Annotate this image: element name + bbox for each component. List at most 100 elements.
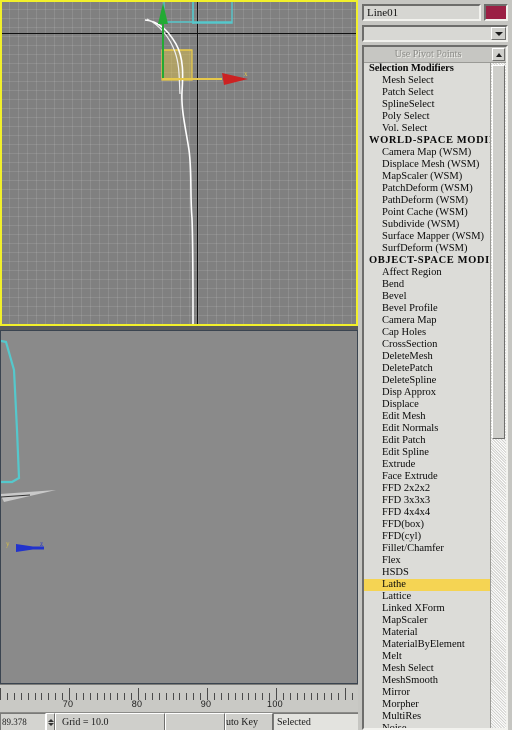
modifier-list-item[interactable]: MultiRes <box>364 711 491 723</box>
modifier-list-combo[interactable] <box>362 25 508 42</box>
ruler-tick <box>41 693 43 700</box>
modifier-list-item[interactable]: Flex <box>364 555 491 567</box>
modifier-list-item[interactable]: MaterialByElement <box>364 639 491 651</box>
modifier-list-item[interactable]: Noise <box>364 723 491 728</box>
object-color-swatch[interactable] <box>484 4 508 21</box>
object-name-field[interactable]: Line01 <box>362 4 481 21</box>
modifier-list-item[interactable]: Camera Map (WSM) <box>364 147 491 159</box>
modifier-list-item[interactable]: SplineSelect <box>364 99 491 111</box>
modifier-list-item[interactable]: Disp Approx <box>364 387 491 399</box>
ruler-tick <box>338 693 340 700</box>
modifier-list-item[interactable]: FFD(cyl) <box>364 531 491 543</box>
ruler-tick <box>179 693 181 700</box>
modifier-list-item[interactable]: Linked XForm <box>364 603 491 615</box>
modifier-list-item[interactable]: MapScaler (WSM) <box>364 171 491 183</box>
coordinate-readout[interactable]: 89.378 <box>0 713 46 730</box>
viewport-front[interactable]: x <box>0 0 358 326</box>
modifier-list-item[interactable]: Lattice <box>364 591 491 603</box>
modifier-list-item[interactable]: HSDS <box>364 567 491 579</box>
modifier-list-item[interactable]: Subdivide (WSM) <box>364 219 491 231</box>
ruler-tick <box>351 693 353 700</box>
dropdown-scrollbar[interactable] <box>490 63 506 728</box>
modifier-list-item[interactable]: DeleteMesh <box>364 351 491 363</box>
dropdown-header: Use Pivot Points <box>364 47 506 63</box>
ruler-tick <box>317 693 319 700</box>
ruler-tick <box>34 693 36 700</box>
modifier-list-item[interactable]: Edit Spline <box>364 447 491 459</box>
modifier-list-item[interactable]: Affect Region <box>364 267 491 279</box>
modifier-list-item[interactable]: Lathe <box>364 579 491 591</box>
modifier-list-item[interactable]: MapScaler <box>364 615 491 627</box>
ruler-tick <box>172 693 174 700</box>
spinner-updown-icon[interactable] <box>46 713 55 730</box>
ruler-tick <box>193 693 195 700</box>
object-name-row: Line01 <box>362 4 508 21</box>
modifier-list-item[interactable]: PatchDeform (WSM) <box>364 183 491 195</box>
modifier-list-item[interactable]: FFD 4x4x4 <box>364 507 491 519</box>
ruler-tick <box>27 693 29 700</box>
ruler-tick <box>110 693 112 700</box>
modifier-list-item[interactable]: DeleteSpline <box>364 375 491 387</box>
scroll-up-button[interactable] <box>492 48 505 61</box>
chevron-down-icon[interactable] <box>491 27 506 40</box>
modifier-list-item[interactable]: Morpher <box>364 699 491 711</box>
modifier-list-item[interactable]: Point Cache (WSM) <box>364 207 491 219</box>
modifier-list-item[interactable]: FFD 2x2x2 <box>364 483 491 495</box>
auto-key-button[interactable]: uto Key <box>225 713 273 730</box>
modifier-list-item[interactable]: Surface Mapper (WSM) <box>364 231 491 243</box>
app-window: x z y 70 80 90 100 89.378 Grid = 10.0 ut… <box>0 0 512 730</box>
modifier-list-item[interactable]: SurfDeform (WSM) <box>364 243 491 255</box>
ruler-tick <box>282 693 284 700</box>
modifier-list-item[interactable]: Edit Patch <box>364 435 491 447</box>
modifier-list-item[interactable]: Poly Select <box>364 111 491 123</box>
modifier-list-item[interactable]: Material <box>364 627 491 639</box>
ruler-tick <box>213 693 215 700</box>
modifier-list-item[interactable]: Displace <box>364 399 491 411</box>
time-ruler[interactable] <box>0 687 358 700</box>
modifier-items-container[interactable]: Selection Modifiers Mesh Select Patch Sele… <box>364 63 491 728</box>
modifier-list-item[interactable]: FFD(box) <box>364 519 491 531</box>
ruler-tick <box>289 693 291 700</box>
viewport-front-geometry: x <box>144 0 248 326</box>
selected-shape <box>161 49 193 81</box>
modifier-list-item[interactable]: PathDeform (WSM) <box>364 195 491 207</box>
ruler-tick <box>82 693 84 700</box>
modifier-group-header: WORLD-SPACE MODIFIE <box>369 135 491 146</box>
ruler-tick <box>124 693 126 700</box>
modifier-list-item[interactable]: Bevel <box>364 291 491 303</box>
modifier-list-item[interactable]: Bend <box>364 279 491 291</box>
modifier-list-item[interactable]: Face Extrude <box>364 471 491 483</box>
viewport-area: x z y <box>0 0 358 684</box>
modifier-list-item[interactable]: Cap Holes <box>364 327 491 339</box>
svg-text:z: z <box>40 540 43 548</box>
ruler-tick <box>303 693 305 700</box>
modifier-list-item[interactable]: Mesh Select <box>364 663 491 675</box>
viewport-user[interactable]: z y <box>0 330 358 684</box>
time-slider-bar[interactable]: 70 80 90 100 <box>0 684 358 713</box>
modifier-list-item[interactable]: MeshSmooth <box>364 675 491 687</box>
modifier-list-item[interactable]: DeletePatch <box>364 363 491 375</box>
ruler-tick <box>55 693 57 700</box>
ruler-tick <box>144 693 146 700</box>
modifier-list-item[interactable]: Melt <box>364 651 491 663</box>
viewport-user-geometry: z y <box>0 339 56 552</box>
modifier-list-item[interactable]: Camera Map <box>364 315 491 327</box>
modifier-list-item[interactable]: CrossSection <box>364 339 491 351</box>
modifier-list-item[interactable]: FFD 3x3x3 <box>364 495 491 507</box>
ruler-label: 100 <box>267 699 283 709</box>
modifier-list-item[interactable]: Edit Normals <box>364 423 491 435</box>
dropdown-scrollbar-thumb[interactable] <box>492 65 505 439</box>
modifier-list-item[interactable]: Patch Select <box>364 87 491 99</box>
ruler-label: 70 <box>62 699 74 709</box>
modifier-list-item[interactable]: Vol. Select <box>364 123 491 135</box>
ruler-tick <box>234 693 236 700</box>
ruler-tick <box>310 693 312 700</box>
modifier-list-item[interactable]: Bevel Profile <box>364 303 491 315</box>
modifier-list-item[interactable]: Edit Mesh <box>364 411 491 423</box>
modifier-list-item[interactable]: Extrude <box>364 459 491 471</box>
modifier-list-item[interactable]: Mesh Select <box>364 75 491 87</box>
modifier-list-item[interactable]: Displace Mesh (WSM) <box>364 159 491 171</box>
modifier-dropdown-list[interactable]: Use Pivot Points Selection Modifiers Mesh… <box>362 45 508 730</box>
modifier-list-item[interactable]: Fillet/Chamfer <box>364 543 491 555</box>
modifier-list-item[interactable]: Mirror <box>364 687 491 699</box>
